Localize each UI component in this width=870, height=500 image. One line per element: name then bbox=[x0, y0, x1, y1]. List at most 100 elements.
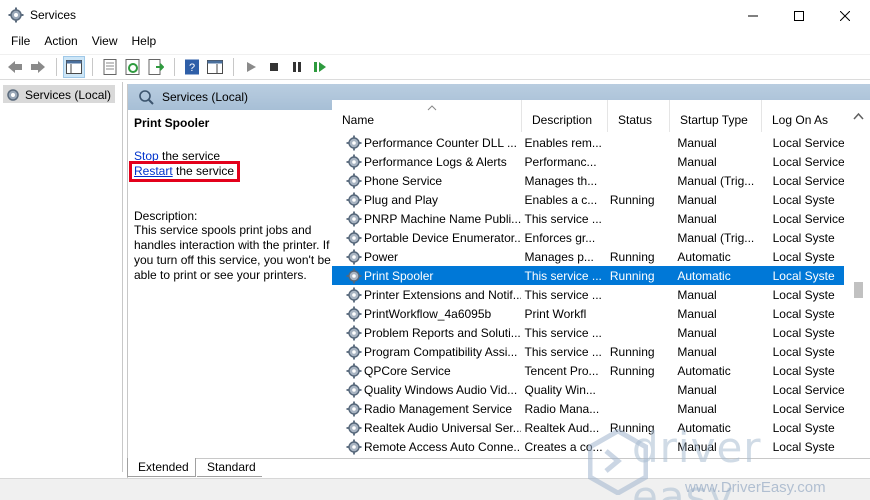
close-button[interactable] bbox=[822, 0, 868, 31]
column-log-on-as-label: Log On As bbox=[772, 113, 829, 127]
help-button[interactable]: ? bbox=[181, 56, 203, 78]
service-name-text: Phone Service bbox=[364, 173, 443, 188]
toolbar-separator bbox=[56, 58, 57, 76]
service-name-cell: Printer Extensions and Notif... bbox=[332, 287, 521, 303]
menu-view[interactable]: View bbox=[86, 31, 124, 53]
forward-button[interactable] bbox=[27, 56, 49, 78]
service-name-text: Realtek Audio Universal Ser... bbox=[364, 420, 521, 435]
service-detail-pane: Print Spooler Stop the service Restart t… bbox=[128, 110, 332, 454]
help-book-icon: ? bbox=[185, 59, 199, 75]
back-arrow-icon bbox=[8, 61, 22, 73]
table-row[interactable]: Print Spooler This service ... Running Auto… bbox=[332, 266, 844, 285]
service-name-text: Printer Extensions and Notif... bbox=[364, 287, 521, 302]
column-header-log-on-as[interactable]: Log On As bbox=[762, 100, 852, 132]
service-name-text: Plug and Play bbox=[364, 192, 439, 207]
service-gear-icon bbox=[346, 192, 362, 208]
tree-item-services-local[interactable]: Services (Local) bbox=[3, 85, 116, 103]
properties-button[interactable] bbox=[99, 56, 121, 78]
table-row[interactable]: Plug and Play Enables a c... Running Manual… bbox=[332, 190, 844, 209]
description-text: This service spools print jobs and handl… bbox=[134, 223, 331, 282]
maximize-button[interactable] bbox=[776, 0, 822, 31]
pause-icon bbox=[293, 62, 301, 72]
column-header-name[interactable]: Name bbox=[332, 100, 522, 132]
service-log-on-as-cell: Local Syste bbox=[772, 230, 835, 245]
service-description-cell: This service ... bbox=[524, 344, 602, 359]
service-status-cell: Running bbox=[609, 363, 655, 378]
tree-item-label: Services (Local) bbox=[25, 87, 112, 102]
column-description-label: Description bbox=[532, 113, 593, 127]
column-header-status[interactable]: Status bbox=[608, 100, 670, 132]
table-row[interactable]: Problem Reports and Soluti... This servic… bbox=[332, 323, 844, 342]
vertical-scrollbar[interactable] bbox=[850, 108, 867, 454]
menu-help[interactable]: Help bbox=[126, 31, 163, 53]
service-log-on-as-cell: Local Syste bbox=[772, 249, 835, 264]
service-name-text: Program Compatibility Assi... bbox=[364, 344, 518, 359]
table-row[interactable]: Program Compatibility Assi... This servic… bbox=[332, 342, 844, 361]
table-row[interactable]: Radio Management Service Radio Mana... Man… bbox=[332, 399, 844, 418]
view-tabs: Extended Standard bbox=[127, 458, 870, 478]
service-gear-icon bbox=[346, 306, 362, 322]
main-pane: Services (Local) Print Spooler Stop the … bbox=[127, 84, 870, 478]
service-name-text: PrintWorkflow_4a6095b bbox=[364, 306, 492, 321]
show-console-tree-button[interactable] bbox=[63, 56, 85, 78]
back-button[interactable] bbox=[4, 56, 26, 78]
service-name-text: PNRP Machine Name Publi... bbox=[364, 211, 521, 226]
play-icon bbox=[247, 62, 256, 72]
service-description-cell: This service ... bbox=[524, 211, 602, 226]
table-row[interactable]: Portable Device Enumerator... Enforces gr… bbox=[332, 228, 844, 247]
table-row[interactable]: Phone Service Manages th... Manual (Trig..… bbox=[332, 171, 844, 190]
service-name-cell: Plug and Play bbox=[332, 192, 521, 208]
restart-service-button[interactable] bbox=[309, 56, 331, 78]
refresh-button[interactable] bbox=[122, 56, 144, 78]
column-header-startup-type[interactable]: Startup Type bbox=[670, 100, 762, 132]
sort-ascending-icon bbox=[427, 105, 437, 111]
pause-service-button[interactable] bbox=[286, 56, 308, 78]
service-name-cell: Quality Windows Audio Vid... bbox=[332, 382, 521, 398]
service-name-text: Portable Device Enumerator... bbox=[364, 230, 521, 245]
table-row[interactable]: PrintWorkflow_4a6095b Print Workfl Manual L… bbox=[332, 304, 844, 323]
service-log-on-as-cell: Local Syste bbox=[772, 325, 835, 340]
service-description-cell: This service ... bbox=[524, 287, 602, 302]
service-name-cell: Radio Management Service bbox=[332, 401, 521, 417]
service-description-cell: Print Workfl bbox=[524, 306, 587, 321]
table-row[interactable]: Performance Counter DLL ... Enables rem..… bbox=[332, 133, 844, 152]
show-action-pane-button[interactable] bbox=[204, 56, 226, 78]
refresh-icon bbox=[125, 59, 140, 75]
table-row[interactable]: Remote Access Auto Conne... Creates a co.… bbox=[332, 437, 844, 456]
service-rows: Performance Counter DLL ... Enables rem..… bbox=[332, 133, 844, 456]
service-name-text: Print Spooler bbox=[364, 268, 434, 283]
service-gear-icon bbox=[346, 249, 362, 265]
column-header-description[interactable]: Description bbox=[522, 100, 608, 132]
service-description-cell: Radio Mana... bbox=[524, 401, 600, 416]
table-row[interactable]: Quality Windows Audio Vid... Quality Win.… bbox=[332, 380, 844, 399]
table-row[interactable]: Realtek Audio Universal Ser... Realtek Au… bbox=[332, 418, 844, 437]
service-gear-icon bbox=[346, 154, 362, 170]
table-row[interactable]: Power Manages p... Running Automatic Local S… bbox=[332, 247, 844, 266]
start-service-button[interactable] bbox=[240, 56, 262, 78]
table-row[interactable]: Printer Extensions and Notif... This serv… bbox=[332, 285, 844, 304]
menu-action[interactable]: Action bbox=[38, 31, 83, 53]
service-log-on-as-cell: Local Service bbox=[772, 154, 844, 169]
table-row[interactable]: PNRP Machine Name Publi... This service .… bbox=[332, 209, 844, 228]
table-row[interactable]: QPCore Service Tencent Pro... Running Autom… bbox=[332, 361, 844, 380]
service-gear-icon bbox=[346, 420, 362, 436]
menu-file[interactable]: File bbox=[5, 31, 36, 53]
scrollbar-thumb[interactable] bbox=[854, 282, 863, 298]
export-list-button[interactable] bbox=[145, 56, 167, 78]
close-icon bbox=[840, 10, 850, 21]
minimize-button[interactable] bbox=[730, 0, 776, 31]
window-title: Services bbox=[30, 8, 77, 22]
service-startup-type-cell: Manual (Trig... bbox=[677, 173, 755, 188]
service-name-text: QPCore Service bbox=[364, 363, 451, 378]
tab-standard[interactable]: Standard bbox=[197, 458, 262, 477]
pane-header-title: Services (Local) bbox=[162, 90, 249, 104]
table-row[interactable]: Performance Logs & Alerts Performanc... Ma… bbox=[332, 152, 844, 171]
column-name-label: Name bbox=[342, 113, 375, 127]
stop-service-button[interactable] bbox=[263, 56, 285, 78]
service-description-cell: Tencent Pro... bbox=[524, 363, 599, 378]
service-description-cell: This service ... bbox=[524, 325, 602, 340]
service-log-on-as-cell: Local Syste bbox=[772, 363, 835, 378]
search-gear-icon bbox=[139, 90, 154, 105]
column-startup-type-label: Startup Type bbox=[680, 113, 748, 127]
tab-extended[interactable]: Extended bbox=[127, 458, 196, 477]
